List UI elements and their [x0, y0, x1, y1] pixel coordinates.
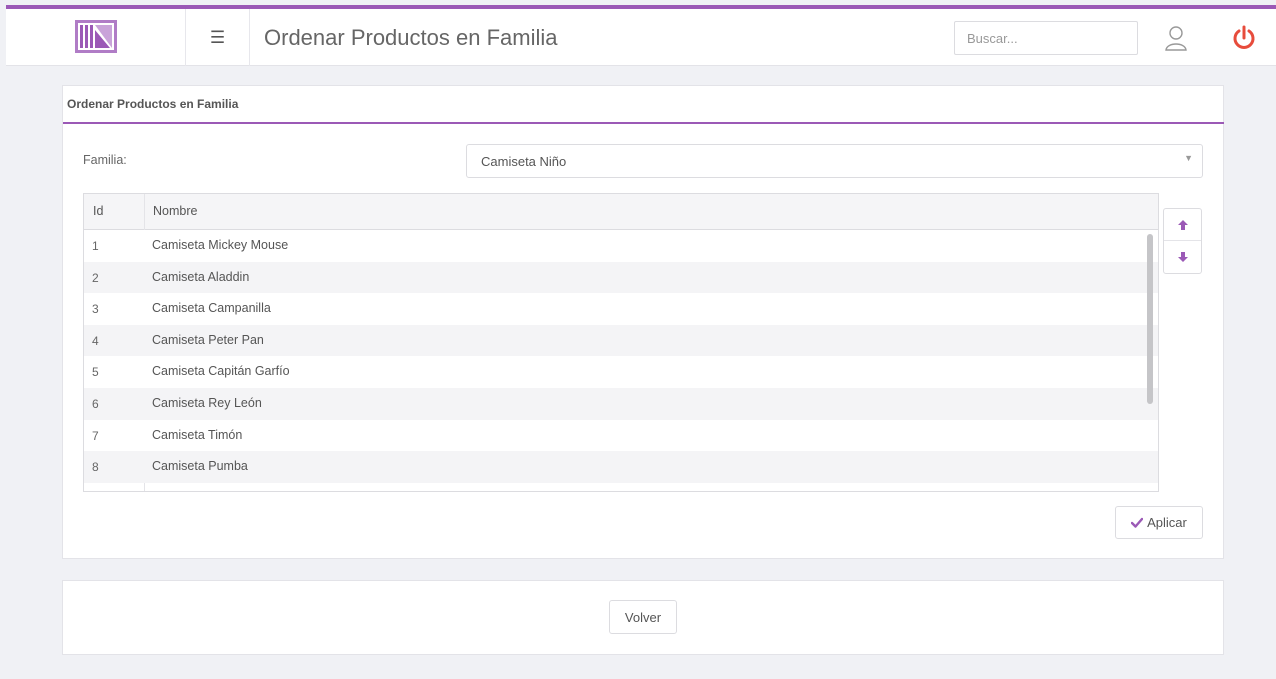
row-id: 3 — [92, 302, 99, 317]
move-down-button[interactable] — [1164, 241, 1201, 273]
back-button[interactable]: Volver — [609, 600, 677, 634]
table-row[interactable]: 5 Camiseta Capitán Garfío — [84, 356, 1158, 388]
order-products-panel: Ordenar Productos en Familia Familia: Ca… — [62, 85, 1224, 559]
footer-panel: Volver — [62, 580, 1224, 655]
table-row[interactable]: 8 Camiseta Pumba — [84, 451, 1158, 483]
row-id: 1 — [92, 239, 99, 253]
check-icon — [1131, 517, 1144, 528]
logo-icon[interactable] — [75, 20, 117, 53]
table-row[interactable]: 1 Camiseta Mickey Mouse — [84, 230, 1158, 262]
move-row-buttons — [1163, 208, 1202, 274]
arrow-up-icon — [1177, 219, 1188, 230]
row-id: 2 — [92, 270, 99, 285]
panel-title: Ordenar Productos en Familia — [67, 97, 239, 111]
row-nombre: Camiseta Peter Pan — [152, 332, 264, 347]
row-id: 5 — [92, 365, 99, 380]
familia-label: Familia: — [83, 153, 127, 167]
apply-button[interactable]: Aplicar — [1115, 506, 1203, 539]
table-row[interactable]: 7 Camiseta Timón — [84, 419, 1158, 452]
app-header: ☰ Ordenar Productos en Familia — [6, 9, 1276, 66]
products-table: Id Nombre 1 Camiseta Mickey Mouse 2 Cami… — [83, 193, 1159, 492]
user-icon[interactable] — [1164, 25, 1188, 51]
row-nombre: Camiseta Campanilla — [152, 301, 271, 316]
apply-button-label: Aplicar — [1147, 515, 1187, 530]
table-row[interactable]: 3 Camiseta Campanilla — [84, 293, 1158, 325]
table-header: Id Nombre — [84, 194, 1158, 230]
familia-selected-value: Camiseta Niño — [481, 154, 567, 169]
caret-down-icon: ▼ — [1184, 153, 1193, 163]
back-button-label: Volver — [624, 609, 662, 625]
row-nombre: Camiseta Aladdin — [152, 269, 250, 284]
row-nombre: Camiseta Mickey Mouse — [152, 238, 289, 252]
table-body: 1 Camiseta Mickey Mouse 2 Camiseta Aladd… — [84, 230, 1158, 483]
table-row[interactable]: 6 Camiseta Rey León — [84, 387, 1158, 420]
table-row[interactable]: 4 Camiseta Peter Pan — [84, 324, 1158, 357]
table-scrollbar[interactable] — [1147, 234, 1153, 404]
column-header-nombre[interactable]: Nombre — [153, 204, 197, 218]
search-input[interactable] — [954, 21, 1138, 55]
logo-area — [6, 9, 186, 66]
move-up-button[interactable] — [1164, 209, 1201, 241]
row-nombre: Camiseta Pumba — [152, 459, 248, 474]
row-nombre: Camiseta Rey León — [152, 395, 262, 410]
power-icon[interactable] — [1232, 25, 1256, 51]
arrow-down-icon — [1177, 252, 1188, 262]
row-id: 6 — [92, 396, 99, 411]
row-id: 4 — [92, 333, 99, 348]
column-header-id[interactable]: Id — [93, 204, 103, 218]
table-row[interactable]: 2 Camiseta Aladdin — [84, 261, 1158, 294]
page-title: Ordenar Productos en Familia — [264, 25, 558, 50]
familia-select[interactable]: Camiseta Niño ▼ — [466, 144, 1203, 178]
row-nombre: Camiseta Capitán Garfío — [152, 364, 290, 379]
panel-divider — [63, 122, 1224, 124]
hamburger-menu-icon[interactable]: ☰ — [186, 9, 250, 66]
row-id: 7 — [92, 428, 99, 443]
row-id: 8 — [92, 460, 99, 475]
row-nombre: Camiseta Timón — [152, 427, 243, 442]
